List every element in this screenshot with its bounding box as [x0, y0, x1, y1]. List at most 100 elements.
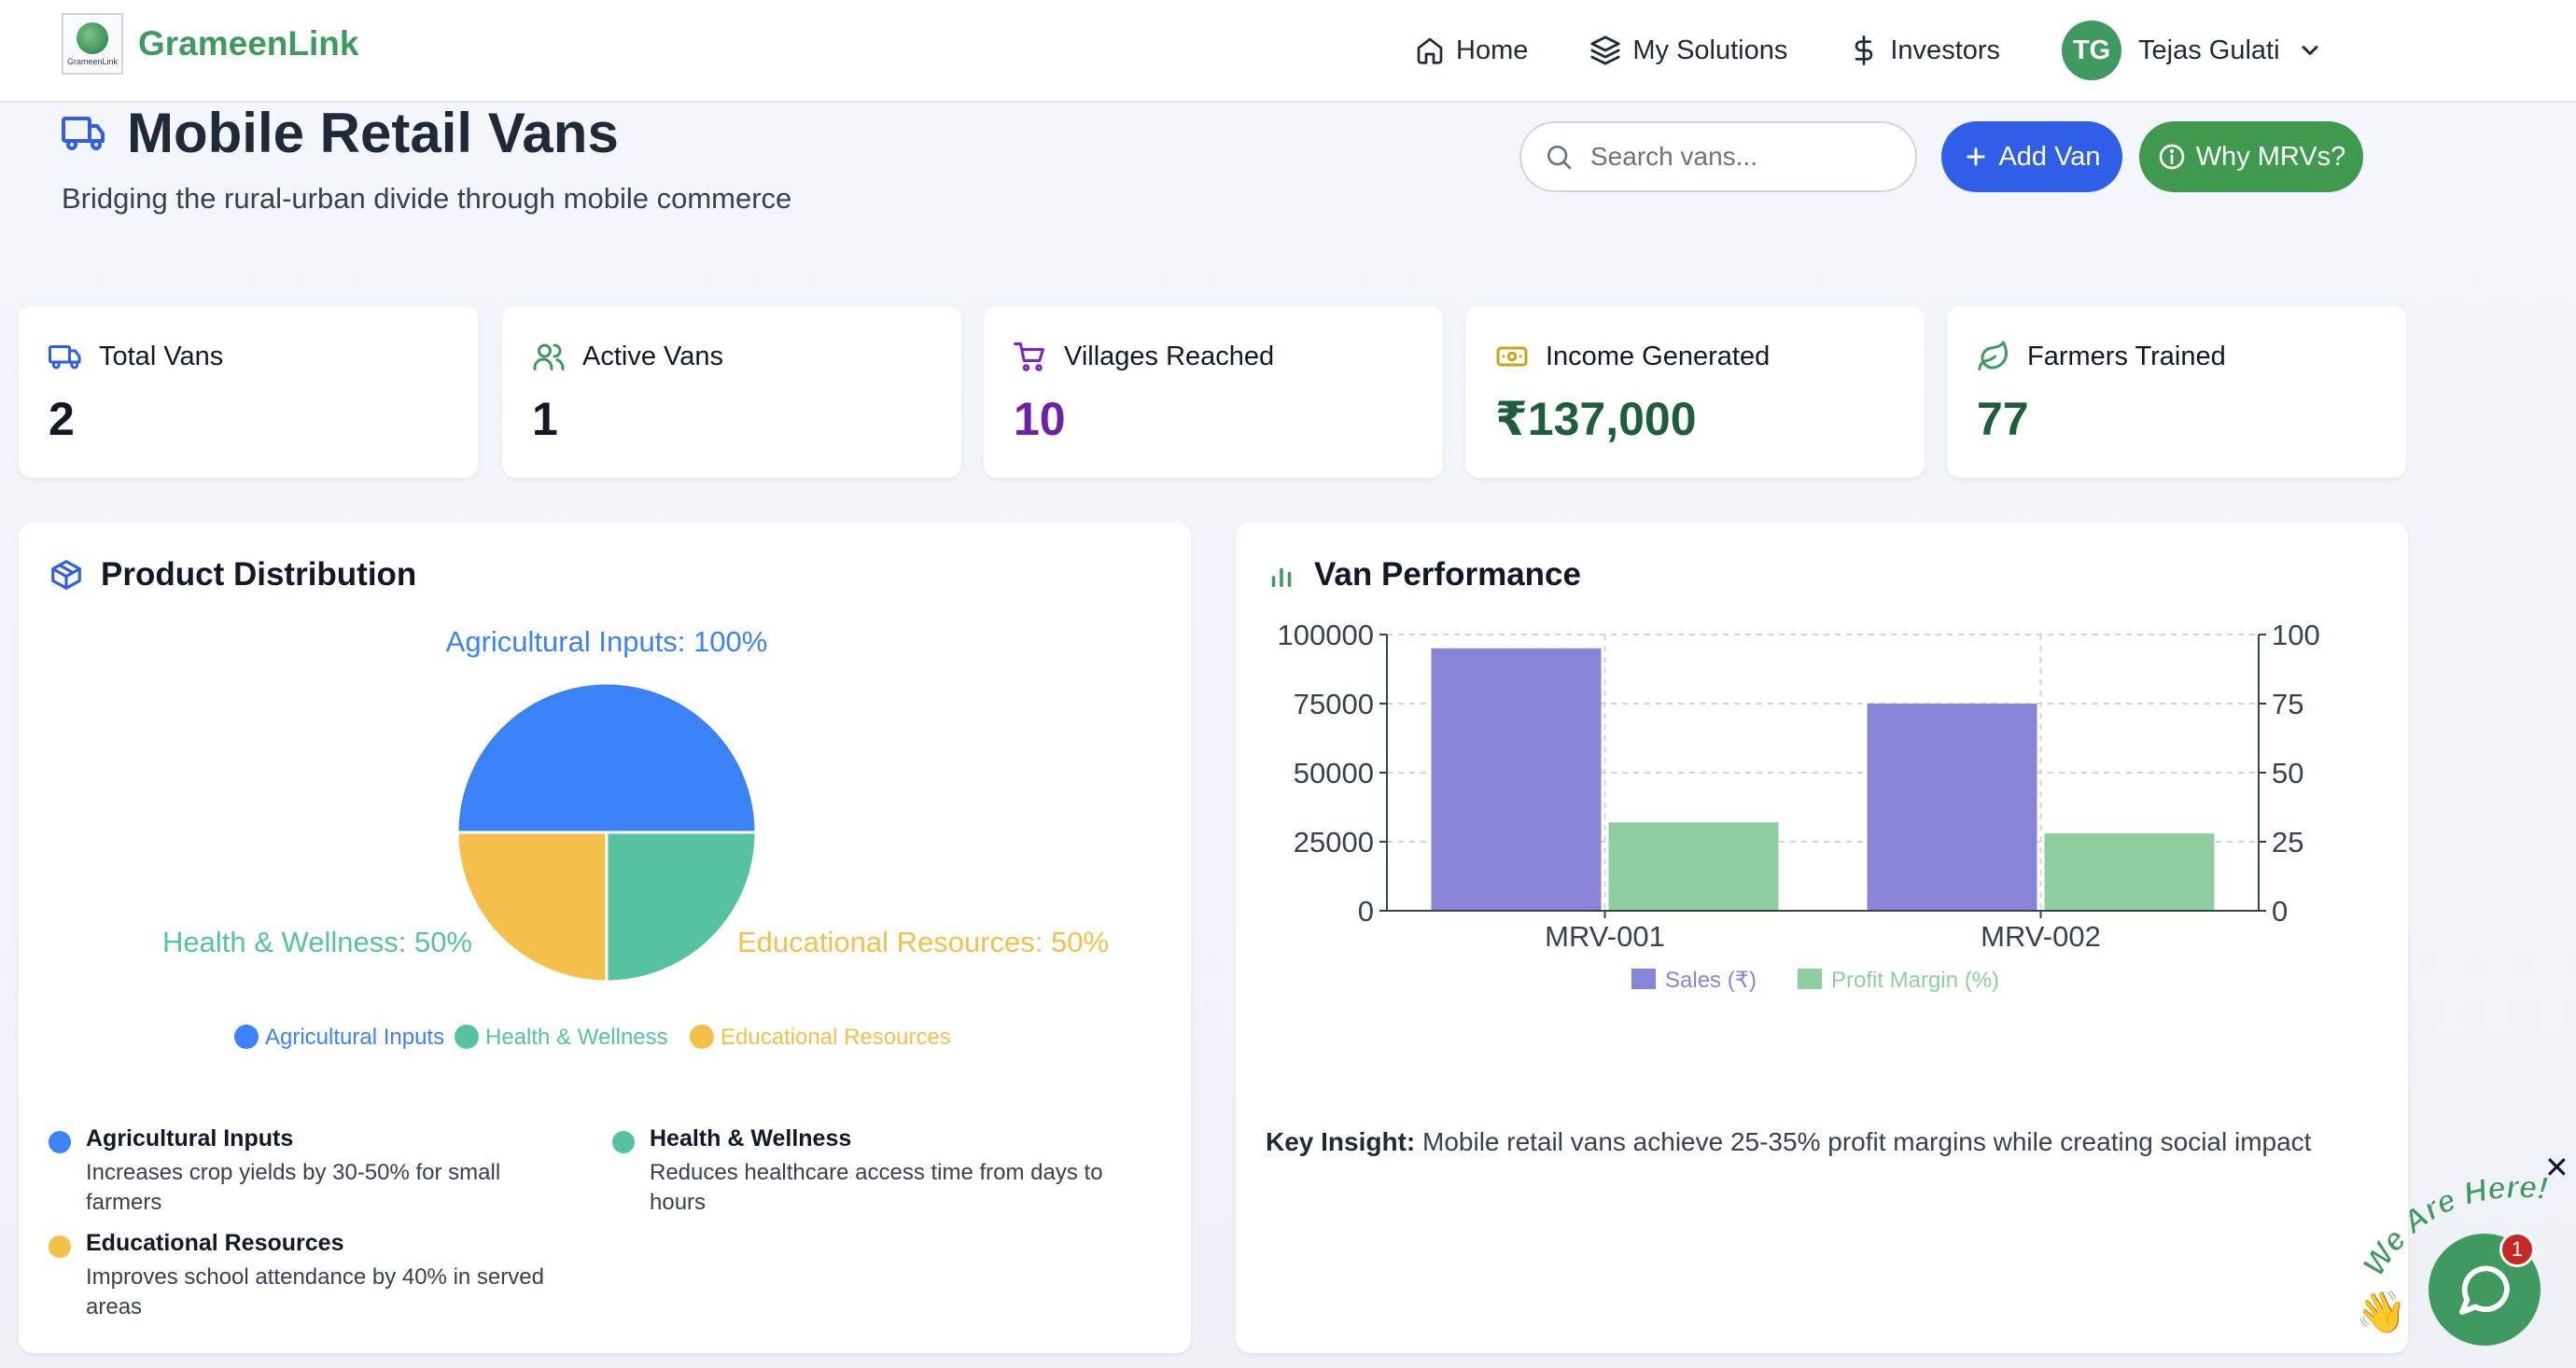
- desc-line: Increases crop yields by 30-50% for smal…: [86, 1160, 501, 1185]
- stat-value: 2: [49, 393, 75, 445]
- desc-name: Educational Resources: [86, 1230, 344, 1256]
- close-icon[interactable]: ✕: [2544, 1150, 2569, 1185]
- stat-card-farmers-trained: Farmers Trained 77: [1947, 306, 2406, 478]
- desc-line: hours: [650, 1190, 707, 1215]
- desc-name: Agricultural Inputs: [86, 1125, 294, 1152]
- page-header: Mobile Retail Vans Bridging the rural-ur…: [62, 101, 791, 216]
- truck-icon: [49, 345, 81, 370]
- y-tick-label-right: 0: [2272, 895, 2288, 928]
- legend-label[interactable]: Sales (₹): [1665, 968, 1757, 993]
- legend-dot: [612, 1131, 635, 1153]
- legend-label[interactable]: Health & Wellness: [485, 1025, 668, 1050]
- pie-slice[interactable]: [605, 831, 758, 984]
- legend-swatch: [455, 1025, 479, 1049]
- dollar-icon: [1855, 35, 1873, 65]
- info-icon: [2159, 144, 2185, 170]
- user-name: Tejas Gulati: [2138, 35, 2280, 65]
- van-performance-panel: Van Performance MRV-001 MRV-002 0 25000 5000…: [1236, 523, 2408, 1353]
- pie-slice[interactable]: [455, 831, 609, 984]
- avatar: TG: [2062, 21, 2122, 80]
- desc-text: Reduces healthcare access time from days…: [650, 1158, 1163, 1218]
- y-tick-label-left: 25000: [1294, 826, 1374, 858]
- desc-text: Improves school attendance by 40% in ser…: [86, 1263, 599, 1322]
- page-title: Mobile Retail Vans: [127, 102, 619, 164]
- desc-line: Improves school attendance by 40% in ser…: [86, 1264, 544, 1290]
- cart-icon: [1014, 342, 1044, 371]
- stat-card-income-generated: Income Generated ₹137,000: [1465, 306, 1925, 478]
- stat-value: 1: [532, 393, 558, 445]
- x-tick-label: MRV-002: [1981, 920, 2101, 953]
- navbar: GrameenLink GrameenLink Home My Solution…: [0, 0, 2576, 103]
- y-tick-label-right: 50: [2272, 757, 2303, 789]
- plus-icon: [1967, 147, 1986, 166]
- product-distribution-panel: Product Distribution Agricultural Inputs…: [19, 523, 1191, 1353]
- layers-icon: [1590, 35, 1620, 65]
- stat-value: 77: [1977, 393, 2029, 445]
- add-van-label: Add Van: [1998, 141, 2101, 172]
- nav-investors[interactable]: Investors: [1849, 28, 2000, 73]
- y-tick-label-right: 75: [2272, 688, 2303, 720]
- stat-card-villages-reached: Villages Reached 10: [984, 306, 1443, 478]
- why-mrvs-button[interactable]: Why MRVs?: [2139, 121, 2363, 192]
- box-icon: [51, 560, 81, 590]
- brand-name[interactable]: GrameenLink: [138, 24, 358, 63]
- stat-label: Income Generated: [1546, 341, 1771, 371]
- nav-investors-label: Investors: [1890, 35, 2001, 65]
- legend-label[interactable]: Educational Resources: [721, 1025, 951, 1050]
- chat-icon: [2459, 1265, 2510, 1315]
- leaf-icon: [1978, 341, 2008, 370]
- legend-swatch: [690, 1025, 714, 1049]
- page-subtitle: Bridging the rural-urban divide through …: [62, 182, 792, 215]
- bar[interactable]: [1608, 822, 1779, 911]
- bar-chart-icon: [1271, 567, 1292, 588]
- stat-label: Active Vans: [582, 341, 723, 371]
- nav-home-label: Home: [1456, 35, 1529, 65]
- search-box[interactable]: [1519, 121, 1917, 192]
- bar[interactable]: [2044, 833, 2215, 911]
- brand-logo: GrameenLink: [62, 13, 123, 75]
- stat-card-total-vans: Total Vans 2: [19, 306, 478, 478]
- y-tick-label-left: 100000: [1278, 619, 1374, 651]
- y-tick-label-left: 50000: [1294, 757, 1374, 789]
- chevron-down-icon[interactable]: [2297, 37, 2323, 63]
- performance-panel-title: Van Performance: [1314, 556, 1581, 593]
- legend-swatch: [234, 1025, 259, 1049]
- nav-home[interactable]: Home: [1415, 28, 1528, 73]
- pie-chart: Agricultural Inputs: 100% Health & Wellne…: [162, 625, 1109, 1050]
- desc-item-agricultural: Agricultural Inputs Increases crop yield…: [49, 1125, 599, 1218]
- search-icon: [1547, 146, 1572, 170]
- stat-value: ₹137,000: [1495, 393, 1697, 445]
- desc-line: Reduces healthcare access time from days…: [650, 1160, 1103, 1185]
- banknote-icon: [1496, 346, 1528, 367]
- legend-swatch: [1631, 969, 1656, 989]
- legend-label[interactable]: Profit Margin (%): [1831, 968, 1999, 993]
- bar[interactable]: [1431, 648, 1602, 911]
- user-menu[interactable]: TG Tejas Gulati: [2062, 21, 2323, 80]
- brand[interactable]: GrameenLink GrameenLink: [62, 13, 358, 75]
- legend-swatch: [1798, 969, 1822, 989]
- add-van-button[interactable]: Add Van: [1941, 121, 2122, 192]
- logo-text: GrameenLink: [66, 56, 119, 66]
- stat-card-active-vans: Active Vans 1: [502, 306, 961, 478]
- panel-title: Product Distribution: [49, 556, 416, 593]
- stat-label: Farmers Trained: [2027, 341, 2226, 371]
- bar[interactable]: [1867, 704, 2037, 911]
- legend-dot: [49, 1235, 71, 1258]
- nav-links: Home My Solutions Investors TG Tejas Gul…: [1415, 21, 2323, 80]
- pie-slice-label: Educational Resources: 50%: [737, 926, 1109, 958]
- nav-my-solutions[interactable]: My Solutions: [1589, 28, 1787, 73]
- users-icon: [533, 343, 565, 370]
- tree-logo-icon: [77, 21, 108, 54]
- stat-label: Villages Reached: [1064, 341, 1275, 371]
- pie-slice[interactable]: [455, 681, 758, 834]
- insight-label: Key Insight:: [1266, 1127, 1416, 1156]
- y-tick-label-right: 100: [2272, 619, 2320, 651]
- legend-label[interactable]: Agricultural Inputs: [265, 1025, 444, 1050]
- search-input[interactable]: [1590, 142, 1889, 172]
- stat-label: Total Vans: [99, 341, 224, 371]
- y-tick-label-left: 0: [1358, 895, 1374, 928]
- desc-item-educational: Educational Resources Improves school at…: [49, 1230, 599, 1322]
- desc-text: Increases crop yields by 30-50% for smal…: [86, 1158, 599, 1218]
- key-insight: Key Insight: Mobile retail vans achieve …: [1266, 1127, 2311, 1157]
- why-mrvs-label: Why MRVs?: [2195, 141, 2346, 172]
